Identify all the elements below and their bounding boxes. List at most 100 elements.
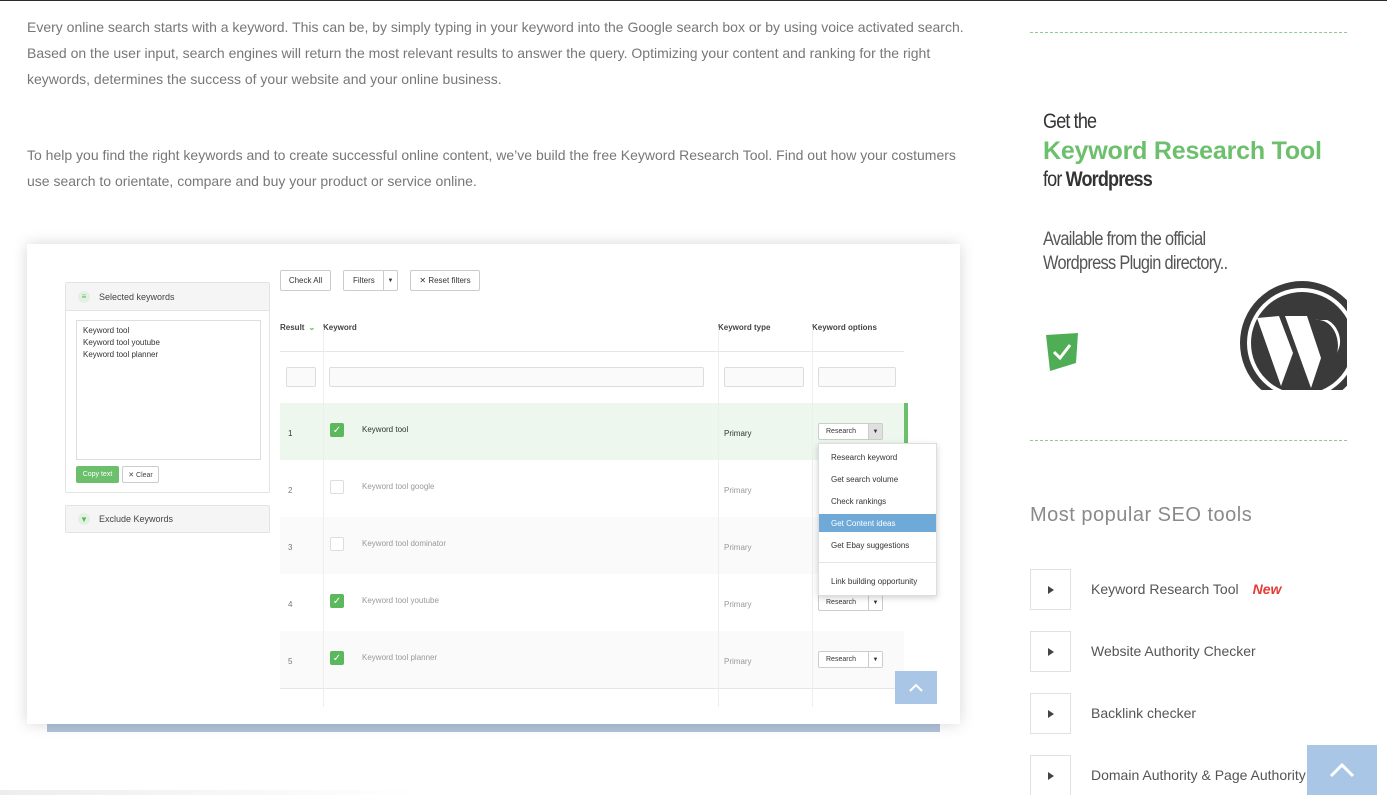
- row-number: 5: [288, 657, 293, 666]
- promo-title[interactable]: Keyword Research Tool: [1043, 137, 1322, 166]
- selected-keywords-title: Selected keywords: [99, 291, 175, 302]
- row-number: 2: [288, 486, 293, 495]
- bottom-shadow: [0, 790, 420, 795]
- table-row[interactable]: 3 Keyword tool dominator Primary: [280, 517, 904, 574]
- exclude-keywords-panel[interactable]: ▼ Exclude Keywords: [65, 505, 270, 533]
- selected-keywords-panel: ≡ Selected keywords Keyword tool Keyword…: [65, 282, 270, 493]
- caret-right-icon: [1030, 693, 1071, 734]
- active-row-indicator: [904, 403, 908, 443]
- wordpress-logo[interactable]: [1237, 278, 1347, 390]
- selected-keyword: Keyword tool youtube: [83, 338, 160, 347]
- row-keyword: Keyword tool dominator: [362, 539, 447, 548]
- sidebar-divider: [1030, 32, 1347, 33]
- filter-type-input[interactable]: [724, 367, 804, 387]
- table-row[interactable]: 5 ✓ Keyword tool planner Primary Researc…: [280, 631, 904, 688]
- research-select[interactable]: Research ▼: [818, 651, 883, 668]
- selected-keyword: Keyword tool: [83, 326, 130, 335]
- caret-down-icon[interactable]: ▼: [868, 424, 882, 439]
- promo-platform: Wordpress: [1065, 168, 1153, 191]
- caret-down-icon[interactable]: ▼: [868, 595, 882, 610]
- row-checkbox[interactable]: ✓: [330, 651, 344, 665]
- caret-right-icon: [1030, 755, 1071, 795]
- column-divider: [812, 327, 813, 707]
- copy-text-button[interactable]: Copy text: [76, 466, 119, 483]
- column-result[interactable]: Result ⌄: [280, 323, 315, 332]
- menu-item-link-building[interactable]: Link building opportunity: [819, 572, 936, 590]
- research-select-label: Research: [826, 428, 856, 435]
- row-keyword: Keyword tool: [362, 425, 409, 434]
- table-row[interactable]: 2 Keyword tool google Primary: [280, 460, 904, 517]
- filter-keyword-input[interactable]: [329, 367, 704, 387]
- exclude-keywords-header: ▼ Exclude Keywords: [66, 506, 269, 532]
- tool-link-backlink-checker[interactable]: Backlink checker: [1030, 693, 1360, 735]
- new-badge: New: [1252, 581, 1282, 597]
- keyword-options-menu: Research keyword Get search volume Check…: [818, 443, 937, 596]
- tool-link-website-authority[interactable]: Website Authority Checker: [1030, 631, 1360, 673]
- research-select-label: Research: [826, 656, 856, 663]
- chevron-up-icon: [1329, 762, 1355, 778]
- clear-button[interactable]: ✕ Clear: [122, 466, 159, 483]
- check-icon: [1046, 333, 1078, 378]
- caret-right-icon: [1030, 631, 1071, 672]
- promo-availability: Available from the official Wordpress Pl…: [1043, 228, 1228, 276]
- row-type: Primary: [724, 600, 752, 609]
- promo-avail-line-2: Wordpress Plugin directory..: [1043, 253, 1228, 274]
- filter-result-input[interactable]: [286, 367, 316, 387]
- row-checkbox[interactable]: [330, 537, 344, 551]
- row-keyword: Keyword tool youtube: [362, 596, 439, 605]
- tool-link-keyword-research[interactable]: Keyword Research Tool New: [1030, 569, 1360, 611]
- row-keyword: Keyword tool google: [362, 482, 435, 491]
- selected-keywords-header: ≡ Selected keywords: [66, 283, 269, 311]
- row-number: 4: [288, 600, 293, 609]
- menu-item-check-rankings[interactable]: Check rankings: [819, 492, 936, 510]
- column-keyword[interactable]: Keyword: [323, 323, 357, 332]
- row-number: 3: [288, 543, 293, 552]
- caret-down-icon[interactable]: ▼: [868, 652, 882, 667]
- row-checkbox[interactable]: ✓: [330, 423, 344, 437]
- row-type: Primary: [724, 657, 752, 666]
- filters-button[interactable]: Filters ▼: [343, 270, 398, 291]
- menu-item-ebay-suggestions[interactable]: Get Ebay suggestions: [819, 536, 936, 554]
- tool-name: Website Authority Checker: [1091, 643, 1256, 659]
- table-row[interactable]: 1 ✓ Keyword tool Primary Research ▼: [280, 403, 904, 460]
- caret-right-icon: [1030, 569, 1071, 610]
- check-all-button[interactable]: Check All: [280, 270, 331, 291]
- table-row[interactable]: 4 ✓ Keyword tool youtube Primary Researc…: [280, 574, 904, 631]
- filters-label: Filters: [353, 276, 375, 285]
- promo-avail-line-1: Available from the official: [1043, 229, 1206, 250]
- row-type: Primary: [724, 429, 752, 438]
- row-type: Primary: [724, 543, 752, 552]
- row-keyword: Keyword tool planner: [362, 653, 438, 662]
- research-select[interactable]: Research ▼: [818, 594, 883, 611]
- column-keyword-type[interactable]: Keyword type: [718, 323, 770, 332]
- scroll-top-button[interactable]: [895, 671, 937, 704]
- row-type: Primary: [724, 486, 752, 495]
- selected-keywords-textarea[interactable]: Keyword tool Keyword tool youtube Keywor…: [76, 320, 261, 460]
- menu-item-research-keyword[interactable]: Research keyword: [819, 448, 936, 466]
- row-checkbox[interactable]: ✓: [330, 594, 344, 608]
- filter-options-input[interactable]: [818, 367, 896, 387]
- promo-get-the: Get the: [1043, 110, 1097, 133]
- menu-item-search-volume[interactable]: Get search volume: [819, 470, 936, 488]
- promo-for: for: [1043, 168, 1066, 191]
- column-keyword-options[interactable]: Keyword options: [812, 323, 877, 332]
- tool-screenshot: ≡ Selected keywords Keyword tool Keyword…: [27, 244, 960, 724]
- tool-label: Keyword Research Tool New: [1091, 581, 1281, 597]
- reset-filters-button[interactable]: ✕ Reset filters: [410, 270, 480, 291]
- tool-name: Domain Authority & Page Authority: [1091, 767, 1306, 783]
- sort-chevron-icon: ⌄: [308, 323, 316, 332]
- exclude-keywords-title: Exclude Keywords: [99, 514, 174, 524]
- selected-keyword: Keyword tool planner: [83, 350, 159, 359]
- tool-name: Backlink checker: [1091, 705, 1197, 721]
- row-number: 1: [288, 429, 293, 438]
- caret-down-icon: ▼: [383, 271, 397, 290]
- column-result-label: Result: [280, 323, 305, 332]
- top-border: [0, 0, 1387, 1]
- tool-name: Keyword Research Tool: [1091, 581, 1239, 597]
- column-divider: [718, 327, 719, 707]
- article-paragraph-2: To help you find the right keywords and …: [27, 147, 956, 189]
- research-select[interactable]: Research ▼: [818, 423, 883, 440]
- back-to-top-button[interactable]: [1307, 745, 1377, 795]
- row-checkbox[interactable]: [330, 480, 344, 494]
- menu-item-content-ideas[interactable]: Get Content ideas: [819, 514, 936, 532]
